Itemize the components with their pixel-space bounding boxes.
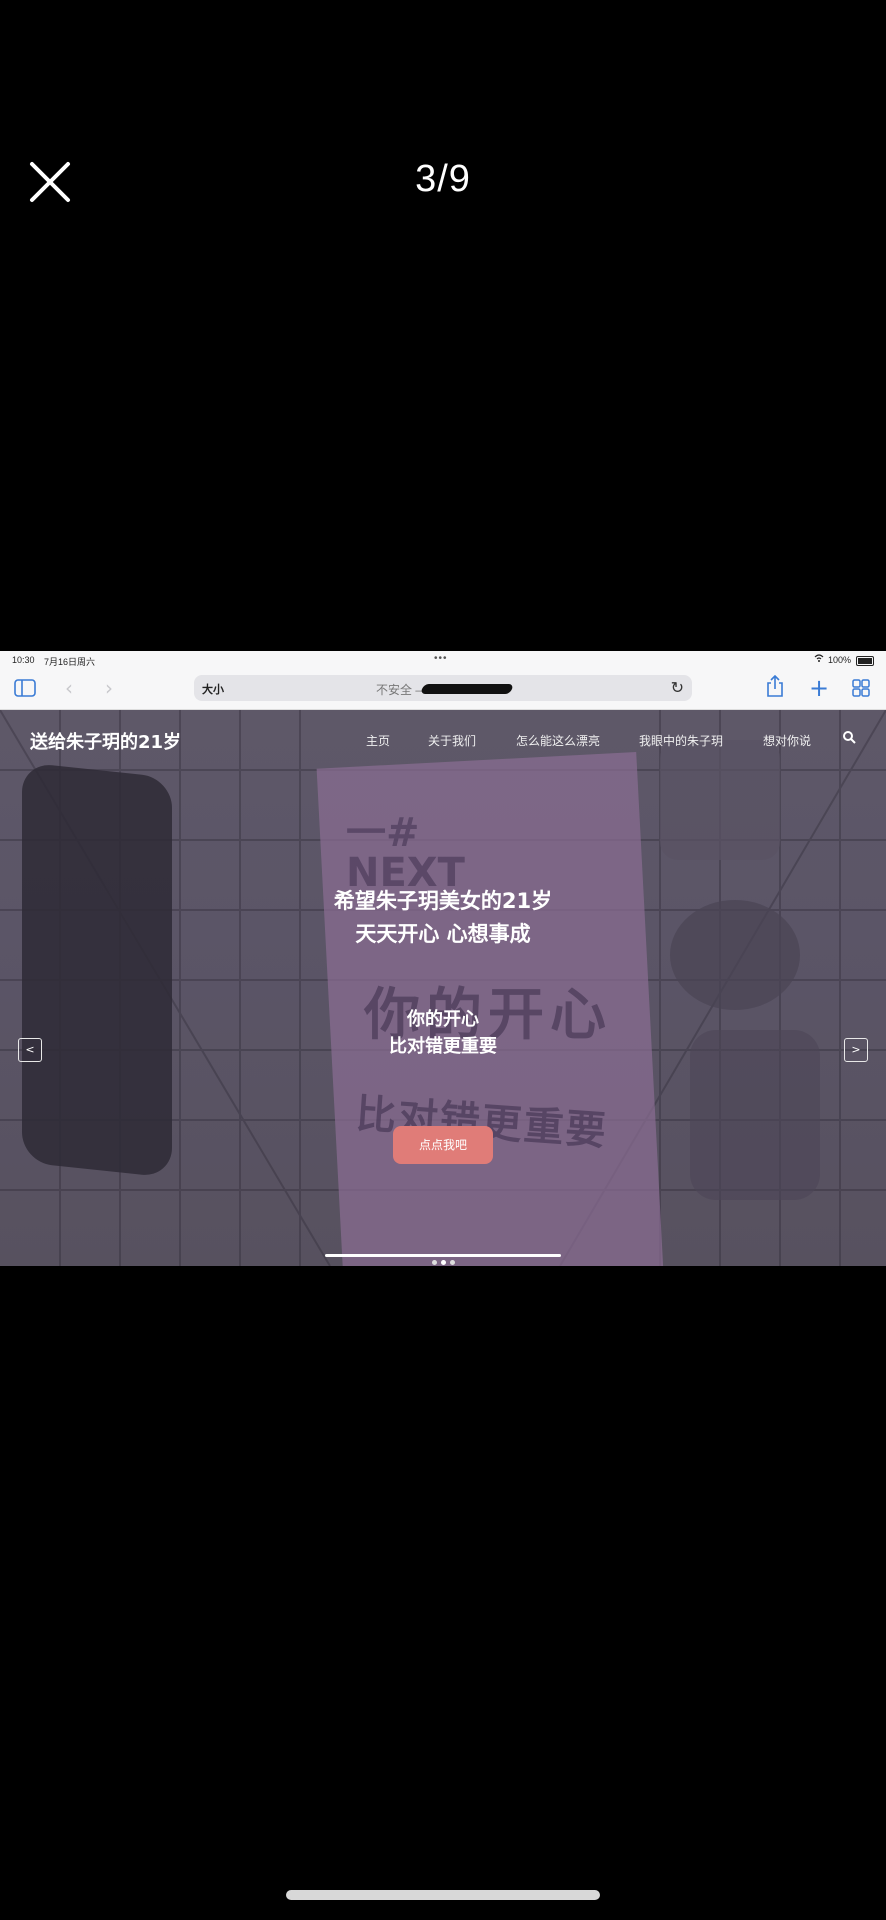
reload-icon[interactable]: ↻ <box>671 678 684 698</box>
status-date: 7月16日周六 <box>44 657 96 667</box>
security-label: 不安全 — <box>376 683 428 697</box>
redacted-url-scribble <box>420 684 514 694</box>
nav-item-home[interactable]: 主页 <box>366 732 390 749</box>
subline-line-1: 你的开心 <box>407 1009 479 1030</box>
screenshot-image: 10:30 7月16日周六 ••• 100% ‹ › 大小 不安全 — ↻ + <box>0 651 886 1266</box>
search-icon[interactable] <box>842 730 856 744</box>
hero-subline: 你的开心 比对错更重要 <box>0 1006 886 1060</box>
safari-toolbar: ‹ › 大小 不安全 — ↻ + <box>0 669 886 710</box>
headline-line-1: 希望朱子玥美女的21岁 <box>333 889 553 913</box>
nav-item-beauty[interactable]: 怎么能这么漂亮 <box>516 732 600 749</box>
carousel-dot[interactable] <box>432 1260 437 1265</box>
cta-button[interactable]: 点点我吧 <box>393 1126 493 1164</box>
share-icon[interactable] <box>762 674 788 701</box>
carousel-dot[interactable] <box>450 1260 455 1265</box>
image-counter: 3/9 <box>415 158 471 200</box>
new-tab-icon[interactable]: + <box>806 675 832 701</box>
text-size-button[interactable]: 大小 <box>202 681 224 697</box>
home-indicator <box>286 1890 600 1900</box>
sidebar-icon[interactable] <box>12 675 38 701</box>
address-bar[interactable]: 大小 不安全 — ↻ <box>194 675 692 701</box>
tabs-icon[interactable] <box>848 675 874 701</box>
hero-headline: 希望朱子玥美女的21岁 天天开心 心想事成 <box>0 885 886 951</box>
headline-line-2: 天天开心 心想事成 <box>355 922 531 946</box>
battery-icon <box>856 656 874 666</box>
site-title[interactable]: 送给朱子玥的21岁 <box>30 728 181 754</box>
wifi-icon <box>814 654 824 665</box>
back-icon[interactable]: ‹ <box>56 675 82 701</box>
multitask-dots: ••• <box>434 653 448 664</box>
carousel-next-button[interactable]: > <box>844 1038 868 1062</box>
hero-banner: 一# NEXT 你的开心 比对错更重要 送给朱子玥的21岁 主页 关于我们 怎么… <box>0 710 886 1266</box>
forward-icon[interactable]: › <box>96 675 122 701</box>
nav-item-about[interactable]: 关于我们 <box>428 732 476 749</box>
cartoon-sign-shape <box>660 740 780 860</box>
carousel-prev-button[interactable]: < <box>18 1038 42 1062</box>
status-time: 10:30 <box>12 655 35 665</box>
carousel-dot-active[interactable] <box>441 1260 446 1265</box>
nav-item-to-you[interactable]: 想对你说 <box>763 732 811 749</box>
ipad-status-bar: 10:30 7月16日周六 ••• 100% <box>0 651 886 669</box>
battery-percentage: 100% <box>828 655 852 665</box>
subline-line-2: 比对错更重要 <box>389 1036 497 1057</box>
speaker-shape <box>22 762 172 1178</box>
carousel-dots <box>430 1250 457 1266</box>
image-viewer-header: 3/9 <box>0 0 886 260</box>
nav-item-in-my-eyes[interactable]: 我眼中的朱子玥 <box>639 732 723 749</box>
